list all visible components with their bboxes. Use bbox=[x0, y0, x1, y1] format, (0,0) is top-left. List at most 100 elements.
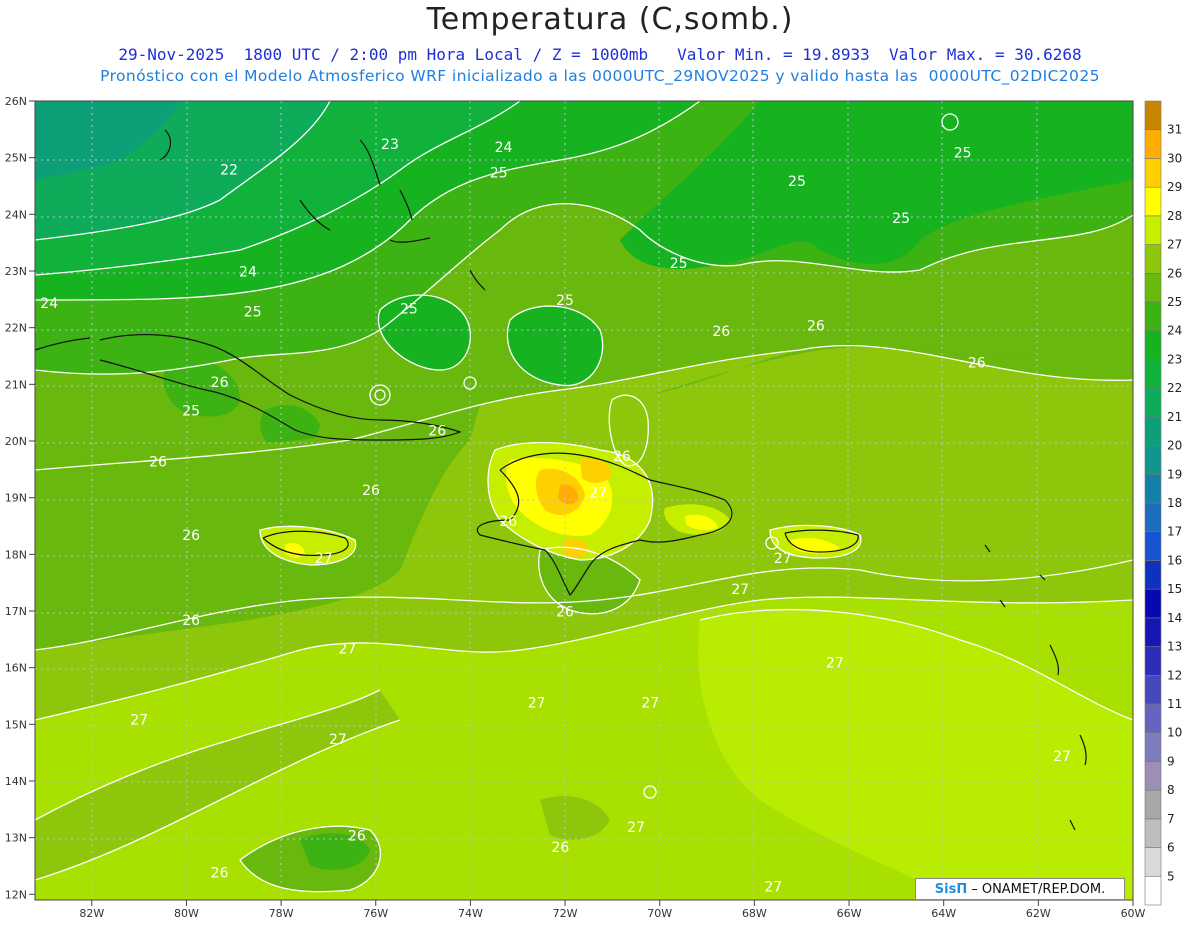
contour-value-label: 26 bbox=[211, 375, 229, 391]
colorbar-swatch bbox=[1144, 272, 1162, 303]
colorbar-label: 8 bbox=[1167, 783, 1175, 797]
contour-value-label: 25 bbox=[892, 211, 910, 227]
contour-value-label: 26 bbox=[551, 840, 569, 856]
colorbar-swatch bbox=[1144, 761, 1162, 791]
lat-label: 18N bbox=[5, 548, 27, 561]
lon-label: 60W bbox=[1121, 907, 1146, 920]
colorbar-swatch bbox=[1144, 531, 1162, 561]
contour-value-label: 25 bbox=[670, 256, 688, 272]
contour-value-label: 27 bbox=[774, 551, 792, 567]
contour-value-label: 24 bbox=[239, 265, 257, 281]
contour-value-label: 26 bbox=[182, 613, 200, 629]
colorbar-swatch bbox=[1144, 158, 1162, 188]
contour-value-label: 22 bbox=[220, 163, 238, 179]
lon-label: 82W bbox=[79, 907, 104, 920]
colorbar-swatch bbox=[1144, 330, 1162, 360]
colorbar-label: 12 bbox=[1167, 668, 1182, 682]
lat-label: 14N bbox=[5, 775, 27, 788]
lon-label: 80W bbox=[174, 907, 199, 920]
lon-label: 64W bbox=[931, 907, 956, 920]
lon-label: 68W bbox=[742, 907, 767, 920]
lat-label: 22N bbox=[5, 322, 27, 335]
contour-value-label: 25 bbox=[400, 302, 418, 318]
contour-value-label: 25 bbox=[788, 174, 806, 190]
lat-label: 15N bbox=[5, 718, 27, 731]
contour-value-label: 27 bbox=[130, 712, 148, 728]
colorbar-label: 6 bbox=[1167, 841, 1175, 855]
colorbar-swatch bbox=[1144, 818, 1162, 848]
contour-value-label: 27 bbox=[338, 642, 356, 658]
contour-value-label: 24 bbox=[495, 140, 513, 156]
lat-label: 21N bbox=[5, 378, 27, 391]
contour-value-label: 26 bbox=[182, 528, 200, 544]
colorbar-swatch bbox=[1144, 560, 1162, 590]
colorbar-label: 17 bbox=[1167, 525, 1182, 539]
colorbar-label: 21 bbox=[1167, 410, 1182, 424]
contour-value-label: 25 bbox=[556, 293, 574, 309]
contour-value-label: 26 bbox=[556, 605, 574, 621]
colorbar-label: 23 bbox=[1167, 352, 1182, 366]
contour-value-label: 25 bbox=[954, 146, 972, 162]
colorbar-swatch bbox=[1144, 186, 1162, 217]
lat-label: 25N bbox=[5, 152, 27, 165]
colorbar-label: 26 bbox=[1167, 266, 1182, 280]
contour-value-label: 26 bbox=[428, 423, 446, 439]
contour-value-label: 26 bbox=[499, 514, 517, 530]
contour-value-label: 27 bbox=[764, 880, 782, 896]
temperature-field: 23 24 22 25 25 25 25 24 25 24 25 25 25 26 26 26 26 25 26 26… bbox=[35, 101, 1133, 900]
contour-value-label: 27 bbox=[641, 695, 659, 711]
colorbar-label: 5 bbox=[1167, 869, 1175, 883]
colorbar-label: 9 bbox=[1167, 754, 1175, 768]
contour-value-label: 27 bbox=[528, 695, 546, 711]
contour-value-label: 27 bbox=[589, 486, 607, 502]
lat-label: 13N bbox=[5, 832, 27, 845]
colorbar-swatch bbox=[1144, 875, 1162, 906]
contour-value-label: 24 bbox=[40, 296, 58, 312]
contour-value-label: 27 bbox=[1053, 749, 1071, 765]
colorbar-swatch bbox=[1144, 445, 1162, 475]
colorbar-swatch bbox=[1144, 617, 1162, 647]
contour-value-label: 27 bbox=[731, 582, 749, 598]
colorbar-swatch bbox=[1144, 674, 1162, 705]
lat-label: 20N bbox=[5, 435, 27, 448]
lon-label: 78W bbox=[269, 907, 294, 920]
lat-label: 26N bbox=[5, 95, 27, 108]
lat-label: 19N bbox=[5, 492, 27, 505]
lon-label: 74W bbox=[458, 907, 483, 920]
lon-label: 62W bbox=[1026, 907, 1051, 920]
colorbar-swatch bbox=[1144, 301, 1162, 332]
temperature-map: 23 24 22 25 25 25 25 24 25 24 25 25 25 26 26 26 26 25 26 26… bbox=[5, 95, 1183, 920]
sispi-logo: SisΠ bbox=[934, 881, 968, 897]
colorbar-label: 22 bbox=[1167, 381, 1182, 395]
lon-label: 70W bbox=[647, 907, 672, 920]
colorbar: 5 6 7 8 9 10 11 12 13 14 15 16 17 18 19 20 21 22 23 24 25 26 2… bbox=[1144, 100, 1182, 906]
latitude-axis: 26N 25N 24N 23N 22N 21N 20N 19N 18N 17N 16N 15N 14N 1… bbox=[5, 95, 35, 901]
lat-label: 17N bbox=[5, 605, 27, 618]
colorbar-label: 28 bbox=[1167, 209, 1182, 223]
contour-value-label: 26 bbox=[149, 455, 167, 471]
colorbar-label: 31 bbox=[1167, 123, 1182, 137]
lat-label: 24N bbox=[5, 208, 27, 221]
colorbar-swatch bbox=[1144, 502, 1162, 533]
contour-value-label: 26 bbox=[613, 449, 631, 465]
colorbar-label: 10 bbox=[1167, 726, 1182, 740]
colorbar-label: 27 bbox=[1167, 238, 1182, 252]
contour-value-label: 25 bbox=[244, 304, 262, 320]
contour-value-label: 27 bbox=[315, 551, 333, 567]
colorbar-swatch bbox=[1144, 100, 1162, 131]
colorbar-swatch bbox=[1144, 588, 1162, 619]
credit-box: SisΠ – ONAMET/REP.DOM. bbox=[915, 878, 1125, 900]
lat-label: 12N bbox=[5, 888, 27, 901]
colorbar-swatch bbox=[1144, 215, 1162, 245]
lon-label: 76W bbox=[363, 907, 388, 920]
colorbar-label: 15 bbox=[1167, 582, 1182, 596]
colorbar-swatch bbox=[1144, 387, 1162, 418]
colorbar-label: 16 bbox=[1167, 553, 1182, 567]
colorbar-label: 30 bbox=[1167, 151, 1182, 165]
contour-value-label: 26 bbox=[712, 324, 730, 340]
colorbar-swatch bbox=[1144, 129, 1162, 159]
colorbar-swatch bbox=[1144, 732, 1162, 762]
contour-value-label: 27 bbox=[329, 732, 347, 748]
colorbar-label: 19 bbox=[1167, 467, 1182, 481]
contour-value-label: 26 bbox=[348, 829, 366, 845]
